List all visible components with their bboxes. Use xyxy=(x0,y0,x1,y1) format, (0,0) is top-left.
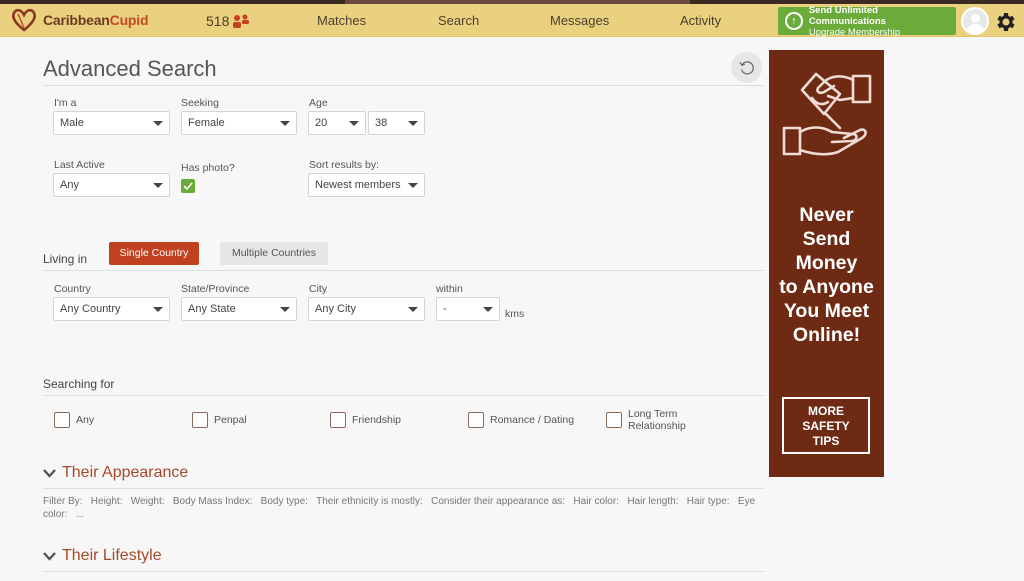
chevron-down-icon xyxy=(408,121,418,126)
checkbox-romance-label: Romance / Dating xyxy=(490,414,575,426)
page-title: Advanced Search xyxy=(43,56,217,81)
logo-text: CaribbeanCupid xyxy=(43,12,149,28)
people-icon xyxy=(232,14,250,28)
im-a-select[interactable]: Male xyxy=(53,111,170,135)
has-photo-label: Has photo? xyxy=(181,162,235,174)
age-min-select[interactable]: 20 xyxy=(308,111,366,135)
user-avatar-icon[interactable] xyxy=(961,7,989,35)
checkbox-penpal[interactable] xyxy=(192,412,208,428)
checkbox-long-term[interactable] xyxy=(606,412,622,428)
state-select[interactable]: Any State xyxy=(181,297,297,321)
navbar: CaribbeanCupid 518 Matches Search Messag… xyxy=(0,4,1024,38)
chevron-down-icon xyxy=(153,121,163,126)
gear-icon[interactable] xyxy=(993,10,1017,34)
distance-unit: kms xyxy=(505,308,525,320)
nav-messages[interactable]: Messages xyxy=(550,13,609,28)
arrow-up-circle-icon: ↑ xyxy=(785,12,803,30)
chevron-down-icon xyxy=(280,121,290,126)
within-select[interactable]: - xyxy=(436,297,500,321)
checkbox-any-label: Any xyxy=(76,414,95,426)
searching-for-label: Searching for xyxy=(43,377,115,391)
lifestyle-divider xyxy=(43,571,764,572)
lifestyle-section-toggle[interactable]: Their Lifestyle xyxy=(43,547,162,565)
logo[interactable]: CaribbeanCupid xyxy=(10,7,149,33)
city-select[interactable]: Any City xyxy=(308,297,425,321)
title-divider xyxy=(43,85,764,86)
age-label: Age xyxy=(309,97,328,109)
appearance-section-toggle[interactable]: Their Appearance xyxy=(43,464,188,482)
chevron-down-icon xyxy=(408,183,418,188)
has-photo-checkbox[interactable] xyxy=(181,179,195,193)
last-active-label: Last Active xyxy=(54,159,105,171)
city-label: City xyxy=(309,283,328,295)
chevron-down-icon xyxy=(43,552,56,561)
checkbox-romance[interactable] xyxy=(468,412,484,428)
checkbox-any[interactable] xyxy=(54,412,70,428)
chevron-down-icon xyxy=(153,307,163,312)
checkbox-friendship-label: Friendship xyxy=(352,414,402,426)
last-active-select[interactable]: Any xyxy=(53,173,170,197)
living-in-label: Living in xyxy=(43,252,88,266)
nav-matches[interactable]: Matches xyxy=(317,13,366,28)
chevron-down-icon xyxy=(349,121,359,126)
more-safety-tips-button[interactable]: MORE SAFETY TIPS xyxy=(782,397,870,454)
hands-money-icon xyxy=(782,72,872,156)
ad-headline: Never Send Money to Anyone You Meet Onli… xyxy=(779,204,874,346)
sort-label: Sort results by: xyxy=(309,159,380,171)
checkmark-icon xyxy=(183,182,193,191)
checkbox-friendship[interactable] xyxy=(330,412,346,428)
reset-button[interactable] xyxy=(731,52,762,83)
sort-select[interactable]: Newest members xyxy=(308,173,425,197)
heart-logo-icon xyxy=(12,8,36,32)
seeking-select[interactable]: Female xyxy=(181,111,297,135)
checkbox-penpal-label: Penpal xyxy=(214,414,247,426)
seeking-label: Seeking xyxy=(181,97,219,109)
living-in-divider xyxy=(43,270,764,271)
country-select[interactable]: Any Country xyxy=(53,297,170,321)
nav-activity[interactable]: Activity xyxy=(680,13,721,28)
lifestyle-title: Their Lifestyle xyxy=(62,547,162,564)
upgrade-button[interactable]: ↑ Send Unlimited Communications Upgrade … xyxy=(778,4,956,38)
checkbox-long-term-label: Long Term Relationship xyxy=(628,408,686,432)
chevron-down-icon xyxy=(153,183,163,188)
chevron-down-icon xyxy=(280,307,290,312)
online-count-value: 518 xyxy=(206,13,230,29)
appearance-filters: Filter By: Height: Weight: Body Mass Ind… xyxy=(43,496,758,520)
within-label: within xyxy=(436,283,463,295)
tab-multiple-countries[interactable]: Multiple Countries xyxy=(220,242,328,265)
upgrade-subtitle: Upgrade Membership xyxy=(808,26,901,38)
appearance-divider xyxy=(43,488,764,489)
online-count[interactable]: 518 xyxy=(206,13,250,29)
appearance-title: Their Appearance xyxy=(62,464,189,481)
chevron-down-icon xyxy=(43,469,56,478)
safety-ad-banner[interactable]: Never Send Money to Anyone You Meet Onli… xyxy=(769,50,884,477)
searching-for-divider xyxy=(43,395,764,396)
reset-icon xyxy=(738,60,754,74)
nav-search[interactable]: Search xyxy=(438,13,479,28)
chevron-down-icon xyxy=(408,307,418,312)
state-label: State/Province xyxy=(181,283,250,295)
country-label: Country xyxy=(54,283,91,295)
age-max-select[interactable]: 38 xyxy=(368,111,425,135)
tab-single-country[interactable]: Single Country xyxy=(109,242,199,265)
im-a-label: I'm a xyxy=(54,97,77,109)
upgrade-title: Send Unlimited Communications xyxy=(808,4,886,27)
chevron-down-icon xyxy=(483,307,493,312)
